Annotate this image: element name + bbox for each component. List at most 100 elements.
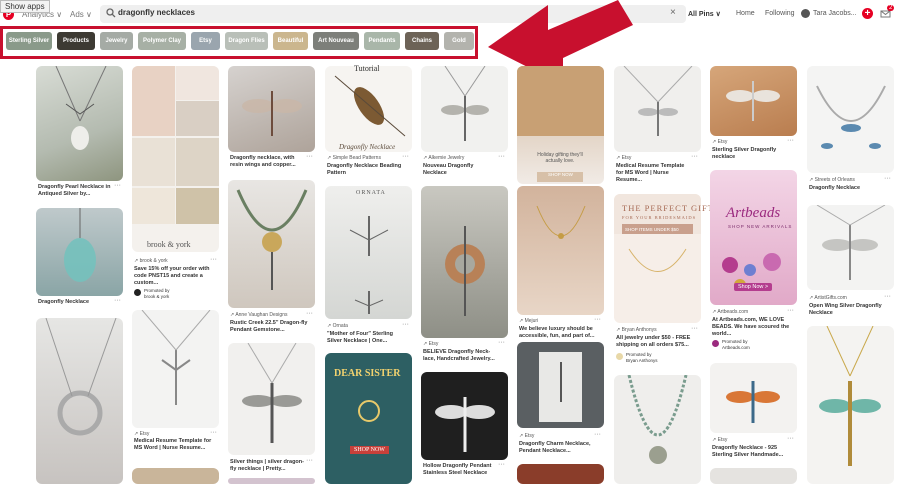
pin-title[interactable]: BELIEVE Dragonfly Neck-lace, Handcrafted… — [423, 349, 498, 363]
pin-source[interactable]: ↗ Streets of Orleans — [809, 177, 855, 183]
pin-title[interactable]: Dragonfly Necklace — [809, 185, 884, 192]
pin-title[interactable]: At Artbeads.com, WE LOVE BEADS. We have … — [712, 317, 792, 338]
pin-title[interactable]: We believe luxury should be accessible, … — [519, 326, 599, 340]
home-link[interactable]: Home — [736, 10, 755, 17]
pin-image[interactable] — [517, 464, 604, 484]
pin-source[interactable]: ↗ Anne Vaughan Designs — [230, 312, 287, 318]
more-options-icon[interactable]: ··· — [114, 182, 121, 189]
pin-title[interactable]: Open Wing Silver Dragonfly Necklace — [809, 303, 889, 317]
pin-title[interactable]: Silver things | silver dragon-fly neckla… — [230, 459, 310, 473]
guide-chip[interactable]: Pendants — [364, 32, 400, 50]
more-options-icon[interactable]: ··· — [594, 316, 601, 323]
profile-link[interactable]: Tara Jacobs... — [813, 10, 857, 17]
pin-title[interactable]: All jewelry under $50 - FREE shipping on… — [616, 335, 696, 349]
pin-title[interactable]: Save 15% off your order with code PNST15… — [134, 266, 214, 287]
guide-chip[interactable]: Dragon Flies — [225, 32, 268, 50]
pin-title[interactable]: Medical Resume Template for MS Word | Nu… — [616, 163, 691, 184]
pin-title[interactable]: Dragonfly Necklace — [38, 299, 113, 306]
more-options-icon[interactable]: ··· — [306, 457, 313, 464]
guide-chip[interactable]: Chains — [405, 32, 439, 50]
pin-source[interactable]: ↗ ArtistGifts.com — [809, 295, 847, 301]
more-options-icon[interactable]: ··· — [306, 153, 313, 160]
pin-title[interactable]: Rustic Creek 22.5" Dragon-fly Pendant Ge… — [230, 320, 310, 334]
following-link[interactable]: Following — [765, 10, 795, 17]
guide-chip[interactable]: Polymer Clay — [138, 32, 186, 50]
more-options-icon[interactable]: ··· — [210, 256, 217, 263]
pin-image[interactable] — [710, 363, 797, 433]
guide-chip[interactable]: Products — [57, 32, 95, 50]
pin-image[interactable] — [807, 205, 894, 290]
guide-chip[interactable]: Gold — [444, 32, 474, 50]
pin-title[interactable]: Dragonfly Charm Necklace, Pendant Neckla… — [519, 441, 599, 455]
pin-title[interactable]: Dragonfly necklace, with resin wings and… — [230, 155, 305, 169]
pin-image[interactable] — [614, 66, 701, 152]
more-options-icon[interactable]: ··· — [787, 435, 794, 442]
more-options-icon[interactable]: ··· — [594, 431, 601, 438]
all-pins-filter[interactable]: All Pins ∨ — [688, 10, 721, 18]
pin-title[interactable]: Nouveau Dragonfly Necklace — [423, 163, 498, 177]
more-options-icon[interactable]: ··· — [498, 339, 505, 346]
pin-image[interactable] — [517, 186, 604, 315]
pin-image[interactable] — [421, 372, 508, 460]
pin-source[interactable]: ↗ Simple Bead Patterns — [327, 155, 381, 161]
more-options-icon[interactable]: ··· — [498, 461, 505, 468]
pin-image[interactable] — [421, 186, 508, 338]
avatar[interactable] — [801, 9, 810, 18]
pin-title[interactable]: "Mother of Four" Sterling Silver Necklac… — [327, 331, 402, 345]
more-options-icon[interactable]: ··· — [210, 429, 217, 436]
promoter-avatar[interactable] — [616, 353, 623, 360]
pin-title[interactable]: Sterling Silver Dragonfly necklace — [712, 147, 787, 161]
pin-source[interactable]: ↗ Etsy — [519, 433, 534, 439]
pin-image[interactable] — [36, 318, 123, 484]
more-options-icon[interactable]: ··· — [402, 321, 409, 328]
pin-image[interactable] — [132, 310, 219, 428]
pin-source[interactable]: ↗ Etsy — [712, 139, 727, 145]
pin-image[interactable] — [710, 468, 797, 484]
pin-image[interactable] — [325, 186, 412, 319]
pin-title[interactable]: Dragonfly Necklace - 925 Sterling Silver… — [712, 445, 792, 459]
pin-image[interactable] — [710, 66, 797, 136]
pin-image[interactable] — [614, 194, 701, 323]
guide-chip[interactable]: Sterling Silver — [6, 32, 52, 50]
pin-title[interactable]: Hollow Dragonfly Pendant Stainless Steel… — [423, 463, 498, 477]
more-options-icon[interactable]: ··· — [114, 297, 121, 304]
pin-source[interactable]: ↗ Alkemie Jewelry — [423, 155, 464, 161]
more-options-icon[interactable]: ··· — [402, 153, 409, 160]
more-options-icon[interactable]: ··· — [884, 293, 891, 300]
pin-source[interactable]: ↗ Etsy — [616, 155, 631, 161]
more-options-icon[interactable]: ··· — [498, 153, 505, 160]
search-input[interactable] — [118, 8, 518, 17]
pin-source[interactable]: ↗ Etsy — [134, 431, 149, 437]
pin-title[interactable]: Medical Resume Template for MS Word | Nu… — [134, 438, 214, 452]
pin-image[interactable] — [807, 326, 894, 484]
pin-image[interactable] — [517, 342, 604, 428]
pin-image[interactable] — [132, 66, 219, 252]
more-options-icon[interactable]: ··· — [306, 310, 313, 317]
pin-image[interactable] — [228, 66, 315, 152]
pin-image[interactable] — [517, 66, 604, 184]
pin-title[interactable]: Dragonfly Necklace Beading Pattern — [327, 163, 402, 177]
pin-source[interactable]: ↗ Etsy — [423, 341, 438, 347]
guide-chip[interactable]: Jewelry — [100, 32, 133, 50]
promoter-avatar[interactable] — [712, 340, 719, 347]
guide-chip[interactable]: Etsy — [191, 32, 220, 50]
pin-source[interactable]: ↗ Mejuri — [519, 318, 538, 324]
pin-image[interactable] — [807, 66, 894, 173]
pin-source[interactable]: ↗ Etsy — [712, 437, 727, 443]
pin-image[interactable] — [36, 208, 123, 296]
more-options-icon[interactable]: ··· — [787, 307, 794, 314]
pin-image[interactable] — [228, 343, 315, 455]
ads-menu[interactable]: Ads ∨ — [70, 10, 92, 19]
pin-image[interactable] — [228, 180, 315, 308]
pin-source[interactable]: ↗ Artbeads.com — [712, 309, 748, 315]
more-options-icon[interactable]: ··· — [884, 175, 891, 182]
pin-image[interactable] — [228, 478, 315, 484]
pin-image[interactable] — [132, 468, 219, 484]
pin-source[interactable]: ↗ brook & york — [134, 258, 168, 264]
pin-image[interactable] — [614, 375, 701, 484]
guide-chip[interactable]: Beautiful — [273, 32, 308, 50]
pin-image[interactable] — [36, 66, 123, 181]
pin-title[interactable]: Dragonfly Pearl Necklace in Antiqued Sil… — [38, 184, 113, 198]
pin-image[interactable] — [421, 66, 508, 152]
more-options-icon[interactable]: ··· — [691, 153, 698, 160]
